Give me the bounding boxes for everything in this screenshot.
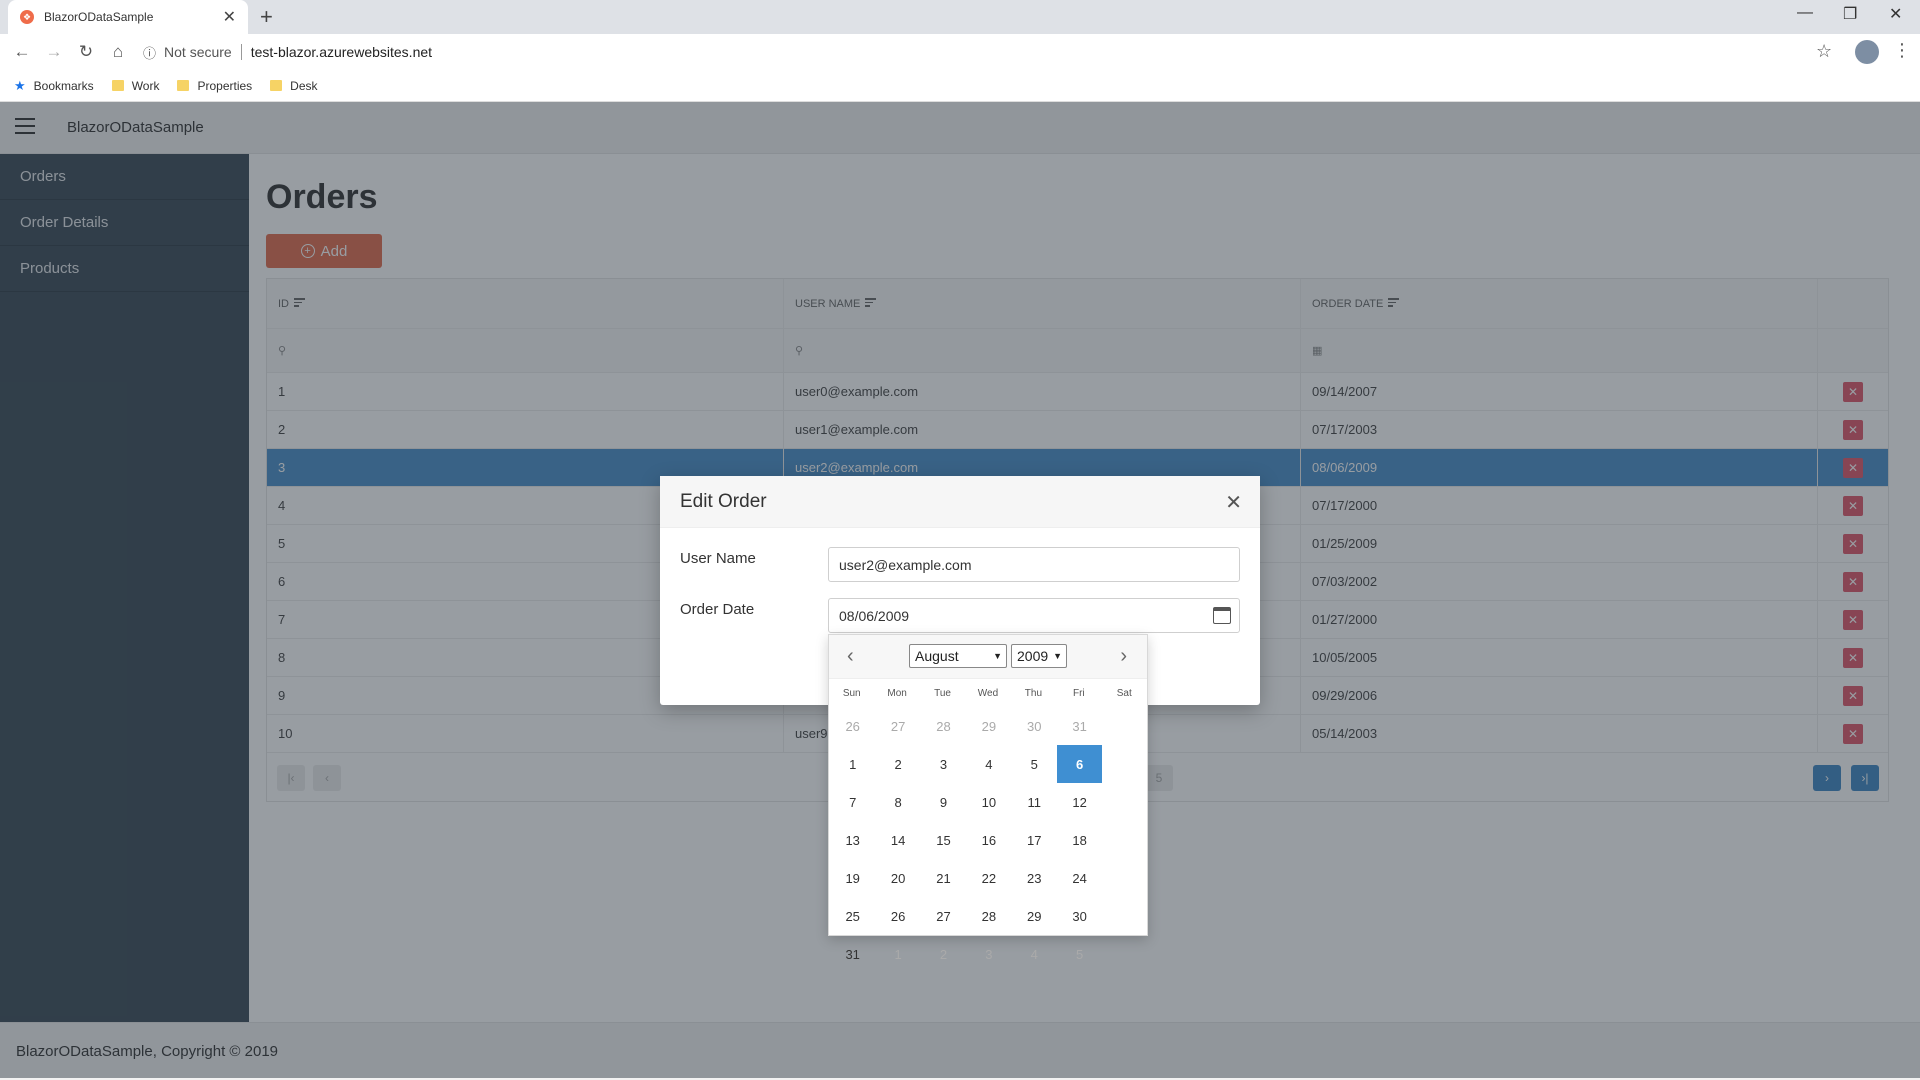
calendar-day[interactable]: 25: [830, 897, 875, 935]
calendar-day[interactable]: 19: [830, 859, 875, 897]
folder-icon: [177, 80, 190, 91]
calendar-day[interactable]: 31: [830, 935, 875, 973]
bookmark-bookmarks[interactable]: ★ Bookmarks: [14, 78, 94, 94]
calendar-day[interactable]: 17: [1012, 821, 1057, 859]
calendar-day[interactable]: 4: [1012, 935, 1057, 973]
calendar-day[interactable]: 5: [1057, 935, 1102, 973]
calendar-day[interactable]: 29: [966, 707, 1011, 745]
calendar-day[interactable]: 3: [966, 935, 1011, 973]
calendar-day[interactable]: 21: [921, 859, 966, 897]
bookmark-work[interactable]: Work: [111, 79, 159, 93]
window-close-icon[interactable]: ✕: [1889, 4, 1902, 24]
calendar-day[interactable]: 7: [830, 783, 875, 821]
profile-avatar[interactable]: [1855, 40, 1879, 64]
calendar-day[interactable]: 30: [1057, 897, 1102, 935]
calendar-day[interactable]: 13: [830, 821, 875, 859]
calendar-day[interactable]: 11: [1012, 783, 1057, 821]
calendar-day[interactable]: 3: [921, 745, 966, 783]
calendar-day[interactable]: 2: [875, 745, 920, 783]
calendar-day[interactable]: 27: [921, 897, 966, 935]
calendar-day[interactable]: 26: [830, 707, 875, 745]
bookmark-properties[interactable]: Properties: [177, 79, 252, 93]
datepicker-popup: ‹ August ▼ 2009 ▼ › Sun Mon Tue Wed Thu Fri Sat …: [828, 634, 1148, 962]
weekday-label: Mon: [887, 687, 907, 699]
order-date-label: Order Date: [680, 601, 755, 618]
order-date-value: 08/06/2009: [839, 607, 910, 624]
browser-tab-bar: ❖ BlazorODataSample ✕ + — ❐ ✕: [0, 0, 1920, 34]
calendar-day[interactable]: 10: [966, 783, 1011, 821]
calendar-day[interactable]: 29: [1012, 897, 1057, 935]
calendar-day[interactable]: 16: [966, 821, 1011, 859]
calendar-day[interactable]: 30: [1012, 707, 1057, 745]
calendar-day[interactable]: 9: [921, 783, 966, 821]
calendar-day[interactable]: 31: [1057, 707, 1102, 745]
bookmarks-bar: ★ Bookmarks Work Properties Desk: [0, 70, 1920, 102]
calendar-day[interactable]: 22: [966, 859, 1011, 897]
calendar-day[interactable]: 14: [875, 821, 920, 859]
calendar-day[interactable]: 27: [875, 707, 920, 745]
info-icon[interactable]: ⓘ: [143, 43, 156, 62]
star-icon: ★: [14, 77, 26, 93]
order-date-input[interactable]: 08/06/2009: [828, 598, 1240, 633]
dialog-title: Edit Order: [680, 490, 767, 512]
browser-toolbar: ← → ↻ ⌂ ⓘ Not secure test-blazor.azurewe…: [0, 34, 1920, 70]
folder-icon: [111, 80, 124, 91]
datepicker-header: ‹ August ▼ 2009 ▼ ›: [829, 635, 1147, 679]
weekday-label: Tue: [934, 687, 951, 699]
dropdown-arrow-icon: ▼: [1053, 651, 1062, 661]
bookmark-desk[interactable]: Desk: [270, 79, 318, 93]
calendar-day[interactable]: 2: [921, 935, 966, 973]
user-name-input[interactable]: user2@example.com: [828, 547, 1240, 582]
calendar-day[interactable]: 23: [1012, 859, 1057, 897]
calendar-icon[interactable]: [1213, 607, 1231, 624]
forward-icon[interactable]: →: [38, 42, 70, 62]
address-separator: [240, 44, 242, 60]
year-select[interactable]: 2009 ▼: [1011, 644, 1067, 668]
bookmark-star-icon[interactable]: ☆: [1816, 41, 1832, 62]
calendar-day[interactable]: 20: [875, 859, 920, 897]
app-favicon-icon: ❖: [20, 10, 34, 24]
weekday-label: Sun: [842, 687, 861, 699]
weekday-label: Sat: [1116, 687, 1132, 699]
reload-icon[interactable]: ↻: [70, 42, 102, 62]
calendar-day[interactable]: 1: [875, 935, 920, 973]
back-icon[interactable]: ←: [6, 42, 38, 62]
calendar-day[interactable]: 4: [966, 745, 1011, 783]
day-grid: 26 27 28 29 30 31 1 2 3 4 5 6 7 8 9 10 11 12 13 14 15 16 17 18 1…: [829, 707, 1147, 973]
restore-icon[interactable]: ❐: [1843, 4, 1857, 24]
new-tab-button[interactable]: +: [260, 4, 273, 30]
folder-icon: [270, 80, 283, 91]
dialog-close-icon[interactable]: ✕: [1225, 490, 1242, 515]
prev-month-icon[interactable]: ‹: [847, 645, 854, 668]
browser-menu-icon[interactable]: ⋮: [1893, 40, 1911, 61]
browser-tab[interactable]: ❖ BlazorODataSample ✕: [8, 0, 248, 34]
calendar-day[interactable]: 28: [921, 707, 966, 745]
calendar-day[interactable]: 8: [875, 783, 920, 821]
minimize-icon[interactable]: —: [1797, 4, 1813, 22]
month-select[interactable]: August ▼: [909, 644, 1007, 668]
calendar-day[interactable]: 26: [875, 897, 920, 935]
calendar-day[interactable]: 6: [1056, 745, 1103, 783]
url-text[interactable]: test-blazor.azurewebsites.net: [251, 44, 432, 60]
next-month-icon[interactable]: ›: [1120, 645, 1127, 668]
weekday-row: Sun Mon Tue Wed Thu Fri Sat: [829, 679, 1147, 707]
calendar-day[interactable]: 18: [1057, 821, 1102, 859]
address-bar[interactable]: ⓘ Not secure test-blazor.azurewebsites.n…: [143, 37, 1823, 67]
home-icon[interactable]: ⌂: [102, 42, 134, 62]
user-name-label: User Name: [680, 550, 756, 567]
calendar-day[interactable]: 15: [921, 821, 966, 859]
calendar-day[interactable]: 1: [830, 745, 875, 783]
weekday-label: Fri: [1072, 687, 1085, 699]
not-secure-label: Not secure: [164, 44, 232, 60]
calendar-day[interactable]: 28: [966, 897, 1011, 935]
dialog-header: Edit Order: [660, 476, 1260, 528]
weekday-label: Thu: [1024, 687, 1043, 699]
calendar-day[interactable]: 24: [1057, 859, 1102, 897]
tab-title: BlazorODataSample: [44, 10, 154, 24]
calendar-day[interactable]: 12: [1057, 783, 1102, 821]
calendar-day[interactable]: 5: [1012, 745, 1057, 783]
weekday-label: Wed: [977, 687, 999, 699]
tab-close-icon[interactable]: ✕: [223, 7, 236, 27]
dropdown-arrow-icon: ▼: [993, 651, 1002, 661]
